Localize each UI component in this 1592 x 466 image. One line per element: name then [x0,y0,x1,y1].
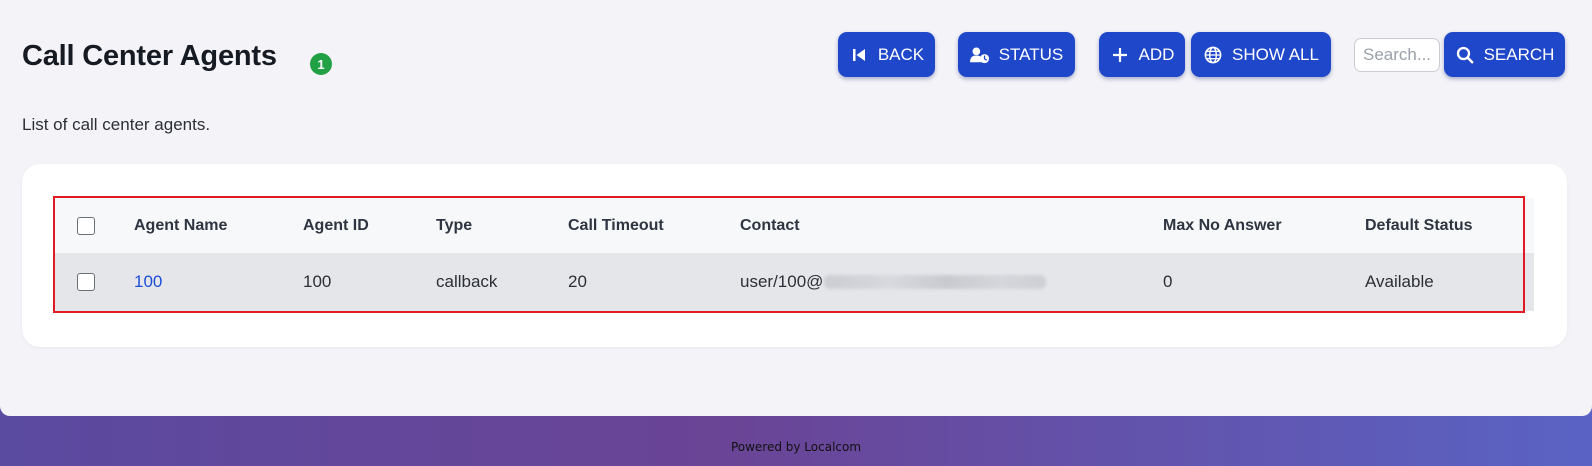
search-button-label: SEARCH [1483,44,1555,64]
redacted-domain [824,275,1047,289]
select-all-checkbox[interactable] [77,216,95,235]
row-select-cell [77,253,95,311]
status-button[interactable]: STATUS [958,32,1075,77]
show-all-button-label: SHOW ALL [1232,44,1319,64]
search-input[interactable] [1354,38,1440,72]
contact-text: user/100@ [740,272,824,291]
add-button-label: ADD [1138,44,1175,64]
user-clock-icon [969,45,990,65]
table-row[interactable]: 100 100 callback 20 user/100@ 0 Availabl… [55,253,1534,311]
column-header-contact[interactable]: Contact [740,198,800,253]
select-all-cell [77,198,95,253]
footer-powered-by: Powered by Localcom [730,440,862,454]
page-title: Call Center Agents [22,40,277,72]
show-all-button[interactable]: SHOW ALL [1191,32,1331,77]
column-header-max-no-answer[interactable]: Max No Answer [1163,198,1282,253]
column-header-agent-name[interactable]: Agent Name [134,198,227,253]
column-header-type[interactable]: Type [436,198,472,253]
type-cell: callback [436,272,498,291]
table-header-row: Agent Name Agent ID Type Call Timeout Co… [55,198,1534,253]
globe-icon [1203,45,1223,65]
status-button-label: STATUS [998,44,1064,64]
count-badge: 1 [310,53,332,75]
skip-back-icon [849,45,869,65]
back-button-label: BACK [877,44,925,64]
column-header-call-timeout[interactable]: Call Timeout [568,198,664,253]
main-panel: Call Center Agents 1 List of call center… [0,0,1592,416]
add-button[interactable]: ADD [1099,32,1185,77]
contact-cell: user/100@ [740,253,1047,311]
search-icon [1455,45,1475,65]
default-status-cell: Available [1365,272,1434,291]
plus-icon [1110,45,1130,65]
page-subtitle: List of call center agents. [22,115,211,134]
column-header-default-status[interactable]: Default Status [1365,198,1473,253]
search-button[interactable]: SEARCH [1444,32,1565,77]
call-timeout-cell: 20 [568,272,587,291]
row-checkbox[interactable] [77,273,95,291]
max-no-answer-cell: 0 [1163,272,1173,291]
back-button[interactable]: BACK [838,32,935,77]
agent-id-cell: 100 [303,272,332,291]
agents-table: Agent Name Agent ID Type Call Timeout Co… [55,198,1534,311]
column-header-agent-id[interactable]: Agent ID [303,198,369,253]
agent-name-link[interactable]: 100 [134,253,162,311]
